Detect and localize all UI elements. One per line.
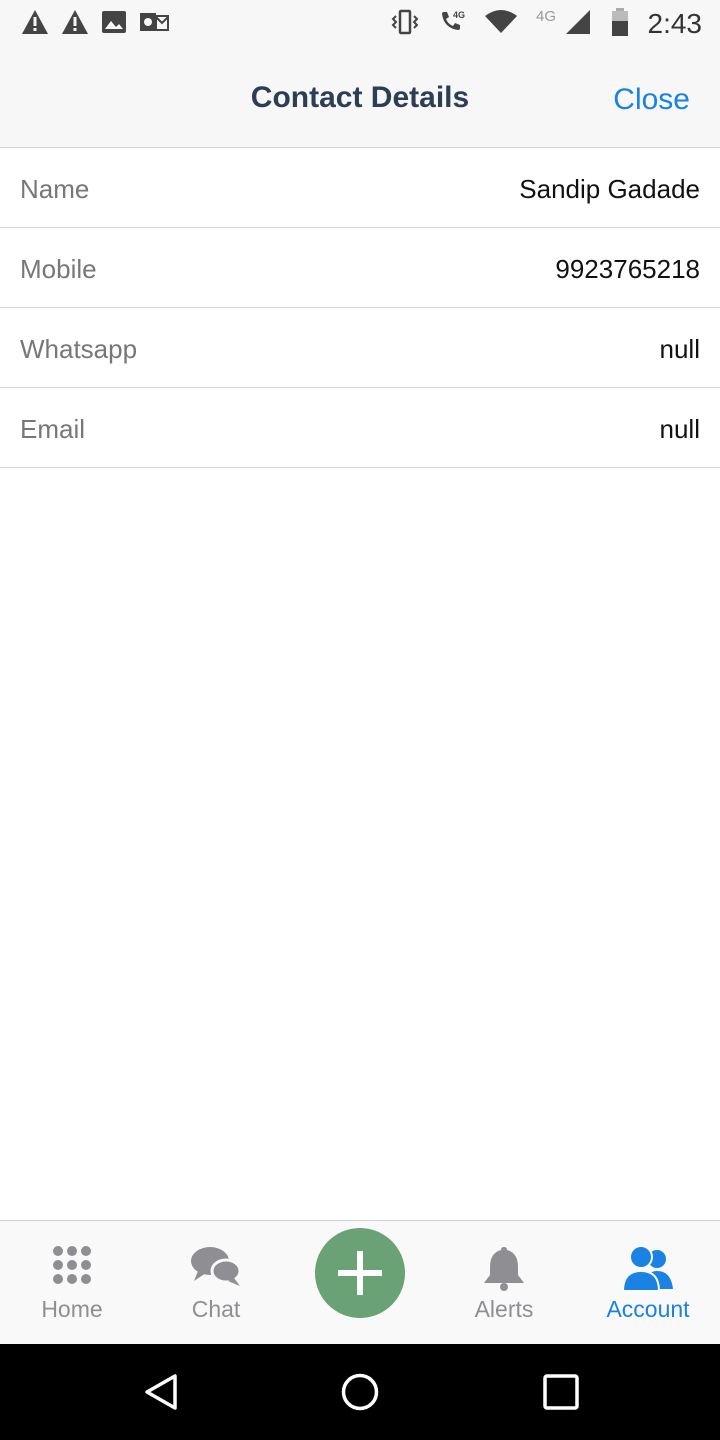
- system-nav-bar: [0, 1344, 720, 1440]
- detail-row-email: Email null: [0, 388, 720, 468]
- status-system-icons: 4G 4G 2:43: [390, 0, 703, 48]
- contact-details-screen: 4G 4G 2:43 Contact Details Close Name Sa…: [0, 0, 720, 1440]
- recents-icon[interactable]: [541, 1372, 581, 1412]
- detail-value: 9923765218: [555, 254, 700, 284]
- outlook-icon: [138, 8, 170, 41]
- tab-label: Account: [606, 1296, 690, 1322]
- home-circle-icon[interactable]: [340, 1372, 380, 1412]
- grid-dots-icon: [52, 1245, 92, 1290]
- signal-icon: 4G: [536, 8, 592, 41]
- header: Contact Details Close: [0, 48, 720, 148]
- back-icon[interactable]: [141, 1372, 181, 1412]
- bell-icon: [480, 1245, 528, 1296]
- vibrate-icon: [390, 8, 420, 41]
- network-type-text: 4G: [536, 8, 556, 25]
- bottom-tab-bar: Home Chat Alerts Account: [0, 1220, 720, 1345]
- call-badge-text: 4G: [453, 10, 465, 20]
- detail-label: Email: [20, 414, 86, 444]
- contact-details-list: Name Sandip Gadade Mobile 9923765218 Wha…: [0, 148, 720, 468]
- detail-label: Name: [20, 174, 90, 204]
- plus-icon: [338, 1251, 382, 1295]
- detail-row-name: Name Sandip Gadade: [0, 148, 720, 228]
- close-button[interactable]: Close: [613, 83, 690, 117]
- tab-label: Chat: [191, 1296, 241, 1322]
- detail-label: Mobile: [20, 254, 97, 284]
- add-button[interactable]: [315, 1228, 405, 1318]
- status-bar: 4G 4G 2:43: [0, 0, 720, 48]
- tab-label: Home: [41, 1296, 103, 1322]
- volte-call-icon: 4G: [438, 8, 466, 41]
- detail-value: null: [659, 334, 700, 364]
- page-title: Contact Details: [250, 81, 470, 114]
- status-notifications: [20, 8, 170, 41]
- detail-value: null: [659, 414, 700, 444]
- detail-row-whatsapp: Whatsapp null: [0, 308, 720, 388]
- battery-icon: [610, 7, 630, 42]
- detail-row-mobile: Mobile 9923765218: [0, 228, 720, 308]
- warning-icon: [60, 8, 90, 41]
- tab-account[interactable]: Account: [576, 1221, 720, 1345]
- detail-label: Whatsapp: [20, 334, 138, 364]
- tab-chat[interactable]: Chat: [144, 1221, 288, 1345]
- wifi-icon: [484, 8, 518, 41]
- image-icon: [100, 8, 128, 41]
- tab-home[interactable]: Home: [0, 1221, 144, 1345]
- chat-bubbles-icon: [190, 1245, 242, 1292]
- tab-label: Alerts: [474, 1296, 534, 1322]
- detail-value: Sandip Gadade: [519, 174, 700, 204]
- users-icon: [621, 1245, 675, 1298]
- tab-alerts[interactable]: Alerts: [432, 1221, 576, 1345]
- warning-icon: [20, 8, 50, 41]
- status-time: 2:43: [647, 8, 703, 39]
